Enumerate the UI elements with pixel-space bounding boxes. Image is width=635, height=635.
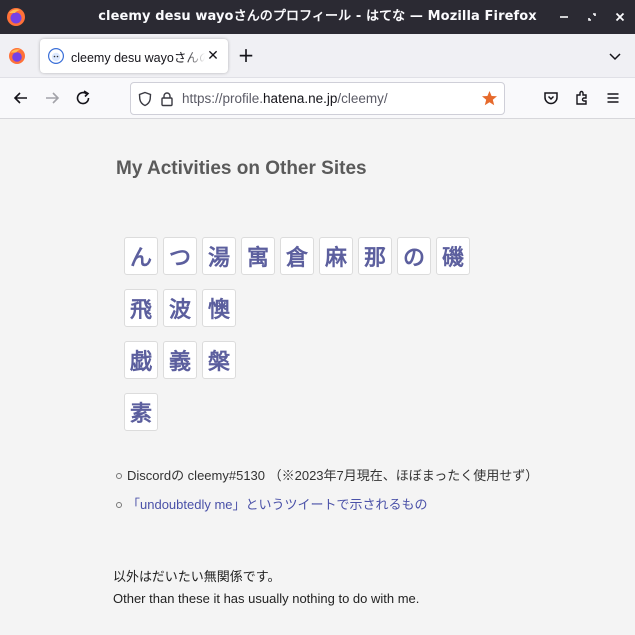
url-bar[interactable]: https://profile.hatena.ne.jp/cleemy/ [130,82,505,115]
close-tab-icon[interactable]: ✕ [205,48,221,64]
kanji-tile: の [397,237,431,275]
kanji-tile: 麻 [319,237,353,275]
url-prefix: https://profile. [182,91,264,106]
reload-icon[interactable] [74,89,92,107]
kanji-tile: 素 [124,393,158,431]
kanji-tile: 波 [163,289,197,327]
kanji-tile: 戯 [124,341,158,379]
kanji-tile: 懊 [202,289,236,327]
note-japanese: 以外はだいたい無関係です。 [113,569,281,584]
note-english: Other than these it has usually nothing … [113,591,420,606]
list-item-discord: Discordの cleemy#5130 （※2023年7月現在、ほぼまったく使… [116,467,538,496]
bullet-icon [116,502,122,508]
kanji-tile: つ [163,237,197,275]
kanji-tile: 倉 [280,237,314,275]
chevron-down-icon[interactable] [607,48,623,64]
page-heading: My Activities on Other Sites [116,158,367,179]
bookmark-star-icon[interactable] [481,90,498,107]
url-text[interactable]: https://profile.hatena.ne.jp/cleemy/ [182,83,388,114]
window-title: cleemy desu wayoさんのプロフィール - はてな — Mozill… [98,9,537,24]
url-host: hatena.ne.jp [263,91,338,106]
kanji-tile: 那 [358,237,392,275]
tab-strip: cleemy desu wayoさんのプロフィール - はてな ✕ + [0,34,635,78]
activity-list: Discordの cleemy#5130 （※2023年7月現在、ほぼまったく使… [116,467,538,525]
page-content: My Activities on Other Sites ん つ 湯 寓 倉 麻… [0,120,635,635]
new-tab-icon[interactable]: + [236,45,256,65]
kanji-tile: 義 [163,341,197,379]
tab-active[interactable]: cleemy desu wayoさんのプロフィール - はてな ✕ [40,39,228,73]
window-controls [557,0,627,34]
bullet-icon [116,473,122,479]
kanji-tile: ん [124,237,158,275]
navigation-toolbar: https://profile.hatena.ne.jp/cleemy/ [0,78,635,119]
list-item-text: Discordの cleemy#5130 （※2023年7月現在、ほぼまったく使… [127,468,539,483]
kanji-tile: 寓 [241,237,275,275]
restore-icon[interactable] [585,10,599,24]
forward-icon[interactable] [43,89,61,107]
window-titlebar: cleemy desu wayoさんのプロフィール - はてな — Mozill… [0,0,635,34]
tab-label: cleemy desu wayoさんのプロフィール - はてな [71,50,205,65]
lock-icon[interactable] [159,91,175,107]
kanji-tile: 槃 [202,341,236,379]
tile-row-2: 飛 波 懊 [124,289,236,327]
tile-row-4: 素 [124,393,158,431]
list-item-tweet-link[interactable]: 「undoubtedly me」というツイートで示されるもの [116,496,538,525]
kanji-tile: 湯 [202,237,236,275]
kanji-tile: 磯 [436,237,470,275]
list-item-link-text[interactable]: 「undoubtedly me」というツイートで示されるもの [127,497,428,512]
extensions-icon[interactable] [573,89,591,107]
menu-hamburger-icon[interactable] [604,89,622,107]
firefox-view-icon[interactable] [8,47,26,65]
kanji-tile: 飛 [124,289,158,327]
tile-row-3: 戯 義 槃 [124,341,236,379]
url-path: /cleemy/ [337,91,388,106]
tracking-protection-shield-icon[interactable] [137,91,153,107]
tile-row-1: ん つ 湯 寓 倉 麻 那 の 磯 [124,237,470,275]
minimize-icon[interactable] [557,10,571,24]
hatena-avatar-icon [48,48,64,64]
pocket-icon[interactable] [542,89,560,107]
close-window-icon[interactable] [613,10,627,24]
back-icon[interactable] [12,89,30,107]
